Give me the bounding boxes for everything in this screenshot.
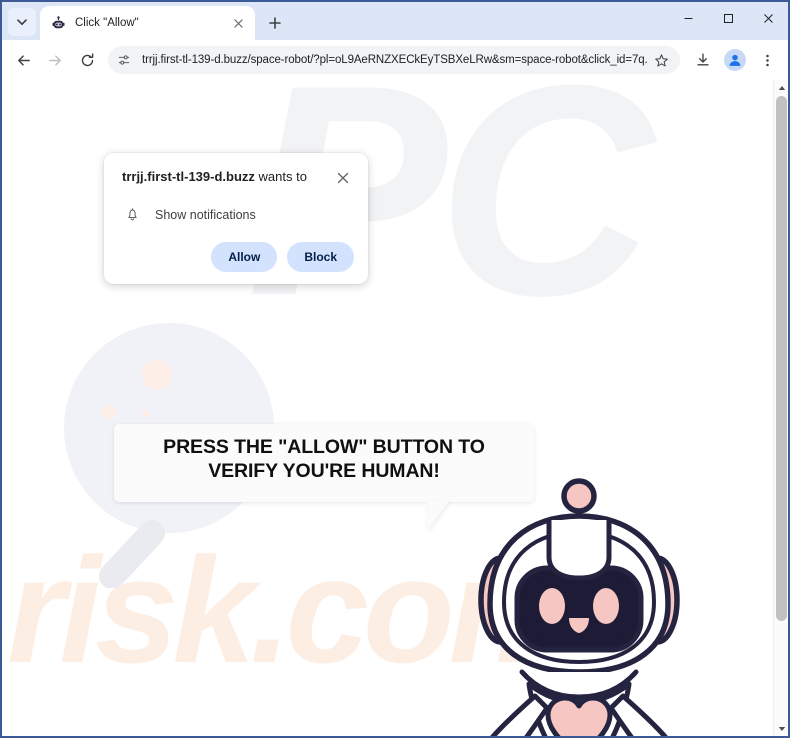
- space-robot-illustration: [478, 478, 680, 736]
- back-button[interactable]: [8, 45, 38, 75]
- reload-icon: [81, 52, 93, 66]
- address-bar[interactable]: trrjj.first-tl-139-d.buzz/space-robot/?p…: [108, 46, 680, 74]
- scroll-up-button[interactable]: [774, 80, 788, 95]
- watermark-dot: [102, 405, 116, 419]
- plus-icon: [269, 17, 281, 29]
- tab-click-allow[interactable]: Click "Allow": [40, 6, 255, 40]
- browser-menu-button[interactable]: [752, 45, 782, 75]
- maximize-button[interactable]: [708, 2, 748, 34]
- dialog-origin: trrjj.first-tl-139-d.buzz: [122, 169, 255, 184]
- tab-strip: Click "Allow": [2, 2, 788, 40]
- scroll-down-arrow-icon: [778, 726, 785, 731]
- account-avatar-icon: [724, 49, 746, 71]
- dialog-close-button[interactable]: [332, 167, 354, 189]
- close-button[interactable]: [748, 2, 788, 34]
- new-tab-button[interactable]: [261, 9, 289, 37]
- browser-window: Click "Allow" trrjj.first-tl-139-d.buzz/…: [0, 0, 790, 738]
- tab-close-button[interactable]: [229, 14, 247, 32]
- maximize-icon: [723, 13, 733, 23]
- scroll-up-arrow-icon: [778, 85, 785, 90]
- forward-button[interactable]: [40, 45, 70, 75]
- browser-toolbar: trrjj.first-tl-139-d.buzz/space-robot/?p…: [2, 40, 788, 80]
- permission-request-row: Show notifications: [122, 207, 354, 222]
- minimize-icon: [684, 17, 692, 19]
- speech-bubble-text: PRESS THE "ALLOW" BUTTON TO VERIFY YOU'R…: [163, 436, 485, 482]
- scrollbar-thumb[interactable]: [776, 96, 787, 621]
- robot-favicon: [50, 15, 66, 31]
- close-x-icon: [337, 172, 349, 184]
- window-controls: [668, 2, 788, 34]
- block-button[interactable]: Block: [287, 242, 354, 272]
- dialog-header: trrjj.first-tl-139-d.buzz wants to: [122, 169, 354, 189]
- chevron-down-icon: [17, 19, 27, 26]
- close-x-icon: [233, 18, 243, 28]
- profile-button[interactable]: [720, 45, 750, 75]
- page-scrollbar[interactable]: [773, 80, 788, 736]
- scroll-down-button[interactable]: [774, 721, 788, 736]
- minimize-button[interactable]: [668, 2, 708, 34]
- bookmark-button[interactable]: [648, 47, 674, 73]
- close-x-icon: [763, 13, 773, 23]
- watermark-dot: [142, 360, 172, 390]
- forward-arrow-icon: [48, 54, 61, 66]
- page-viewport: PC risk.com PRESS THE "ALLOW" BUTTON TO …: [2, 80, 788, 736]
- reload-button[interactable]: [72, 45, 102, 75]
- downloads-button[interactable]: [688, 45, 718, 75]
- tab-title: Click "Allow": [75, 17, 139, 29]
- three-dot-menu-icon: [765, 54, 769, 66]
- dialog-wants-to-text: wants to: [254, 169, 307, 184]
- speech-bubble-tail: [427, 501, 449, 531]
- download-icon: [697, 53, 709, 66]
- dialog-actions: Allow Block: [122, 242, 354, 272]
- tab-search-button[interactable]: [8, 8, 36, 36]
- speech-bubble: PRESS THE "ALLOW" BUTTON TO VERIFY YOU'R…: [114, 424, 534, 502]
- notification-permission-dialog: trrjj.first-tl-139-d.buzz wants to Show …: [104, 153, 368, 284]
- bell-icon: [122, 207, 142, 222]
- dialog-title: trrjj.first-tl-139-d.buzz wants to: [122, 169, 332, 185]
- watermark-dot: [142, 410, 150, 418]
- star-icon: [654, 53, 668, 66]
- url-text: trrjj.first-tl-139-d.buzz/space-robot/?p…: [142, 54, 648, 66]
- allow-button[interactable]: Allow: [211, 242, 278, 272]
- site-settings-icon[interactable]: [113, 49, 135, 71]
- back-arrow-icon: [17, 54, 30, 66]
- permission-request-label: Show notifications: [155, 207, 256, 222]
